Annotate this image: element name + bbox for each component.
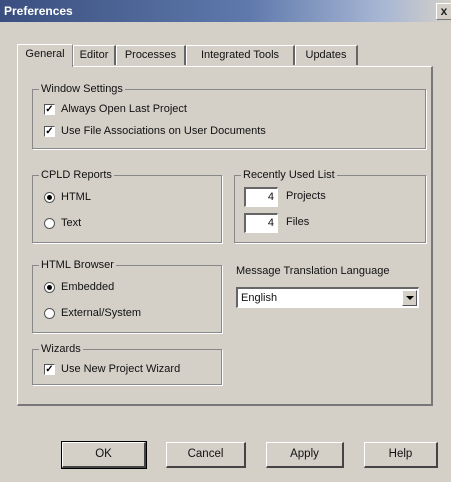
window-settings-label: Window Settings xyxy=(39,82,125,96)
cpld-html-option[interactable]: HTML xyxy=(44,191,91,203)
cancel-button[interactable]: Cancel xyxy=(166,442,246,468)
window-settings-group: Window Settings xyxy=(32,82,426,149)
tab-integrated-tools[interactable]: Integrated Tools xyxy=(186,45,295,65)
apply-button[interactable]: Apply xyxy=(266,442,344,468)
window-title: Preferences xyxy=(4,4,73,18)
always-open-last-project-row[interactable]: ✓ Always Open Last Project xyxy=(44,103,187,115)
files-label: Files xyxy=(286,216,310,228)
help-button[interactable]: Help xyxy=(364,442,438,468)
cpld-html-radio[interactable] xyxy=(44,191,55,203)
wizards-label: Wizards xyxy=(39,342,83,356)
general-tab-panel: Window Settings ✓ Always Open Last Proje… xyxy=(17,66,433,406)
cpld-html-label: HTML xyxy=(61,191,91,203)
use-new-project-wizard-label: Use New Project Wizard xyxy=(61,363,181,375)
tab-editor[interactable]: Editor xyxy=(73,45,116,65)
projects-count-field[interactable]: 4 xyxy=(244,187,278,207)
cpld-reports-group: CPLD Reports xyxy=(32,168,222,243)
browser-embedded-radio[interactable] xyxy=(44,281,55,293)
files-count-field[interactable]: 4 xyxy=(244,213,278,233)
cpld-text-radio[interactable] xyxy=(44,217,55,229)
tab-general[interactable]: General xyxy=(17,44,73,67)
always-open-last-project-checkbox[interactable]: ✓ xyxy=(44,103,55,115)
cpld-text-option[interactable]: Text xyxy=(44,217,81,229)
use-file-associations-checkbox[interactable]: ✓ xyxy=(44,125,55,137)
browser-embedded-option[interactable]: Embedded xyxy=(44,281,114,293)
use-file-associations-label: Use File Associations on User Documents xyxy=(61,125,266,137)
title-bar: Preferences x xyxy=(0,0,451,22)
recently-used-list-label: Recently Used List xyxy=(241,168,337,182)
tab-updates[interactable]: Updates xyxy=(295,45,358,65)
use-new-project-wizard-row[interactable]: ✓ Use New Project Wizard xyxy=(44,363,180,375)
ok-button[interactable]: OK xyxy=(61,441,147,469)
use-new-project-wizard-checkbox[interactable]: ✓ xyxy=(44,363,55,375)
tab-processes[interactable]: Processes xyxy=(116,45,186,65)
language-select-value: English xyxy=(241,292,278,304)
use-file-associations-row[interactable]: ✓ Use File Associations on User Document… xyxy=(44,125,266,137)
browser-embedded-label: Embedded xyxy=(61,281,115,293)
html-browser-label: HTML Browser xyxy=(39,258,116,272)
chevron-down-icon[interactable] xyxy=(402,290,417,306)
cpld-text-label: Text xyxy=(61,217,82,229)
html-browser-group: HTML Browser xyxy=(32,258,222,333)
language-select[interactable]: English xyxy=(236,287,419,308)
message-translation-label: Message Translation Language xyxy=(236,265,390,277)
cpld-reports-label: CPLD Reports xyxy=(39,168,114,182)
projects-label: Projects xyxy=(286,190,326,202)
always-open-last-project-label: Always Open Last Project xyxy=(61,103,187,115)
browser-external-radio[interactable] xyxy=(44,307,55,319)
browser-external-label: External/System xyxy=(61,307,142,319)
close-icon[interactable]: x xyxy=(436,3,451,20)
browser-external-option[interactable]: External/System xyxy=(44,307,141,319)
